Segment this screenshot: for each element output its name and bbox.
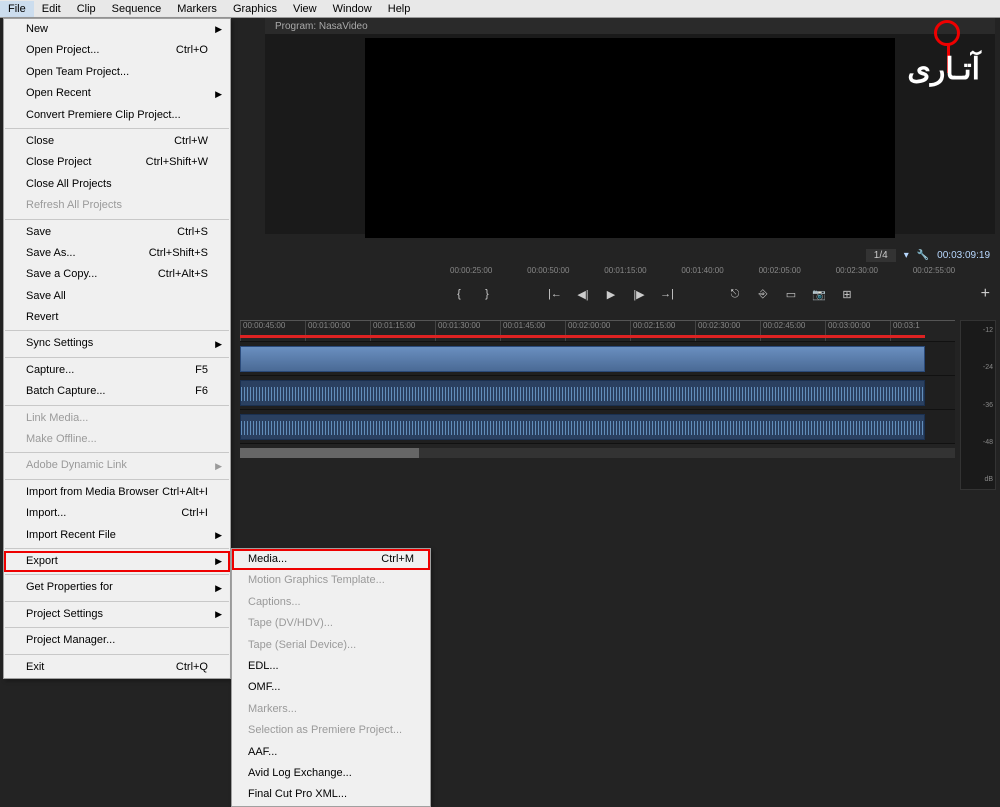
file-menu-convert-premiere-clip-project-[interactable]: Convert Premiere Clip Project... — [4, 105, 230, 126]
program-timecode: 00:03:09:19 — [937, 250, 990, 261]
menu-file[interactable]: File — [0, 1, 34, 17]
export-markers-: Markers... — [232, 699, 430, 720]
lift-button[interactable]: ⎋ — [726, 285, 744, 303]
file-menu-refresh-all-projects: Refresh All Projects — [4, 195, 230, 216]
audio-meter: -12-24-36-48dB — [960, 320, 996, 490]
work-area-bar[interactable] — [240, 335, 925, 338]
menu-help[interactable]: Help — [380, 1, 419, 17]
export-aaf-[interactable]: AAF... — [232, 742, 430, 763]
menu-edit[interactable]: Edit — [34, 1, 69, 17]
menu-sequence[interactable]: Sequence — [104, 1, 170, 17]
file-menu-link-media-: Link Media... — [4, 408, 230, 429]
file-menu-export[interactable]: Export▶ — [4, 551, 230, 572]
step-back-button[interactable]: ◀| — [574, 285, 592, 303]
export-tape-dv-hdv-: Tape (DV/HDV)... — [232, 613, 430, 634]
transport-controls: { } |← ◀| ▶ |▶ →| ⎋ ⎆ ▭ 📷 ⊞ + — [450, 282, 990, 306]
go-to-in-button[interactable]: |← — [546, 285, 564, 303]
timeline-scrollbar[interactable] — [240, 448, 955, 458]
scrollbar-thumb[interactable] — [240, 448, 419, 458]
safe-margins-button[interactable]: ⊞ — [838, 285, 856, 303]
file-menu-exit[interactable]: ExitCtrl+Q — [4, 657, 230, 678]
file-menu-save-all[interactable]: Save All — [4, 286, 230, 307]
program-ruler[interactable]: 00:00:25:0000:00:50:0000:01:15:0000:01:4… — [450, 266, 990, 278]
file-menu-adobe-dynamic-link: Adobe Dynamic Link▶ — [4, 455, 230, 476]
menu-markers[interactable]: Markers — [169, 1, 225, 17]
audio-track-2[interactable] — [240, 410, 955, 444]
camera-icon[interactable]: 📷 — [810, 285, 828, 303]
zoom-level[interactable]: 1/4 — [866, 249, 896, 262]
play-button[interactable]: ▶ — [602, 285, 620, 303]
menu-clip[interactable]: Clip — [69, 1, 104, 17]
program-viewer[interactable] — [265, 34, 995, 234]
file-menu-project-settings[interactable]: Project Settings▶ — [4, 604, 230, 625]
file-menu-project-manager-[interactable]: Project Manager... — [4, 630, 230, 651]
file-menu-import-recent-file[interactable]: Import Recent File▶ — [4, 525, 230, 546]
menu-graphics[interactable]: Graphics — [225, 1, 285, 17]
button-editor-plus[interactable]: + — [981, 285, 990, 303]
export-captions-: Captions... — [232, 592, 430, 613]
export-motion-graphics-template-: Motion Graphics Template... — [232, 570, 430, 591]
program-screen — [365, 38, 895, 238]
export-tape-serial-device-: Tape (Serial Device)... — [232, 635, 430, 656]
file-menu-save-a-copy-[interactable]: Save a Copy...Ctrl+Alt+S — [4, 264, 230, 285]
program-status-bar: 1/4 ▾ 🔧 00:03:09:19 — [450, 244, 990, 266]
file-menu-new[interactable]: New▶ — [4, 19, 230, 40]
video-clip[interactable] — [240, 346, 925, 372]
export-selection-as-premiere-project-: Selection as Premiere Project... — [232, 720, 430, 741]
file-menu-close[interactable]: CloseCtrl+W — [4, 131, 230, 152]
extract-button[interactable]: ⎆ — [754, 285, 772, 303]
timeline-panel[interactable]: 00:00:45:0000:01:00:0000:01:15:0000:01:3… — [240, 320, 955, 500]
chevron-down-icon[interactable]: ▾ — [904, 250, 909, 261]
mark-out-button[interactable]: } — [478, 285, 496, 303]
audio-clip-2[interactable] — [240, 414, 925, 440]
video-track-1[interactable] — [240, 342, 955, 376]
file-menu-import-[interactable]: Import...Ctrl+I — [4, 503, 230, 524]
file-menu-get-properties-for[interactable]: Get Properties for▶ — [4, 577, 230, 598]
file-menu-make-offline-: Make Offline... — [4, 429, 230, 450]
program-title: Program: NasaVideo — [275, 21, 368, 32]
audio-clip-1[interactable] — [240, 380, 925, 406]
go-to-out-button[interactable]: →| — [658, 285, 676, 303]
menu-window[interactable]: Window — [325, 1, 380, 17]
magnifier-icon — [934, 20, 960, 46]
export-final-cut-pro-xml-[interactable]: Final Cut Pro XML... — [232, 784, 430, 805]
file-menu-close-all-projects[interactable]: Close All Projects — [4, 174, 230, 195]
export-media-[interactable]: Media...Ctrl+M — [232, 549, 430, 570]
file-menu-open-recent[interactable]: Open Recent▶ — [4, 83, 230, 104]
file-menu-save-as-[interactable]: Save As...Ctrl+Shift+S — [4, 243, 230, 264]
mark-in-button[interactable]: { — [450, 285, 468, 303]
program-panel-header: Program: NasaVideo — [265, 18, 995, 34]
file-menu-open-team-project-[interactable]: Open Team Project... — [4, 62, 230, 83]
step-fwd-button[interactable]: |▶ — [630, 285, 648, 303]
audio-track-1[interactable] — [240, 376, 955, 410]
export-submenu[interactable]: Media...Ctrl+MMotion Graphics Template..… — [231, 548, 431, 807]
export-frame-button[interactable]: ▭ — [782, 285, 800, 303]
export-omf-[interactable]: OMF... — [232, 677, 430, 698]
file-menu-batch-capture-[interactable]: Batch Capture...F6 — [4, 381, 230, 402]
wrench-icon[interactable]: 🔧 — [917, 250, 929, 261]
file-menu-capture-[interactable]: Capture...F5 — [4, 360, 230, 381]
menu-view[interactable]: View — [285, 1, 325, 17]
file-menu-close-project[interactable]: Close ProjectCtrl+Shift+W — [4, 152, 230, 173]
export-avid-log-exchange-[interactable]: Avid Log Exchange... — [232, 763, 430, 784]
file-menu-sync-settings[interactable]: Sync Settings▶ — [4, 333, 230, 354]
timeline-ruler[interactable]: 00:00:45:0000:01:00:0000:01:15:0000:01:3… — [240, 320, 955, 342]
file-menu-save[interactable]: SaveCtrl+S — [4, 222, 230, 243]
menubar[interactable]: FileEditClipSequenceMarkersGraphicsViewW… — [0, 0, 1000, 18]
file-menu-revert[interactable]: Revert — [4, 307, 230, 328]
file-menu[interactable]: New▶Open Project...Ctrl+OOpen Team Proje… — [3, 18, 231, 679]
export-edl-[interactable]: EDL... — [232, 656, 430, 677]
file-menu-open-project-[interactable]: Open Project...Ctrl+O — [4, 40, 230, 61]
